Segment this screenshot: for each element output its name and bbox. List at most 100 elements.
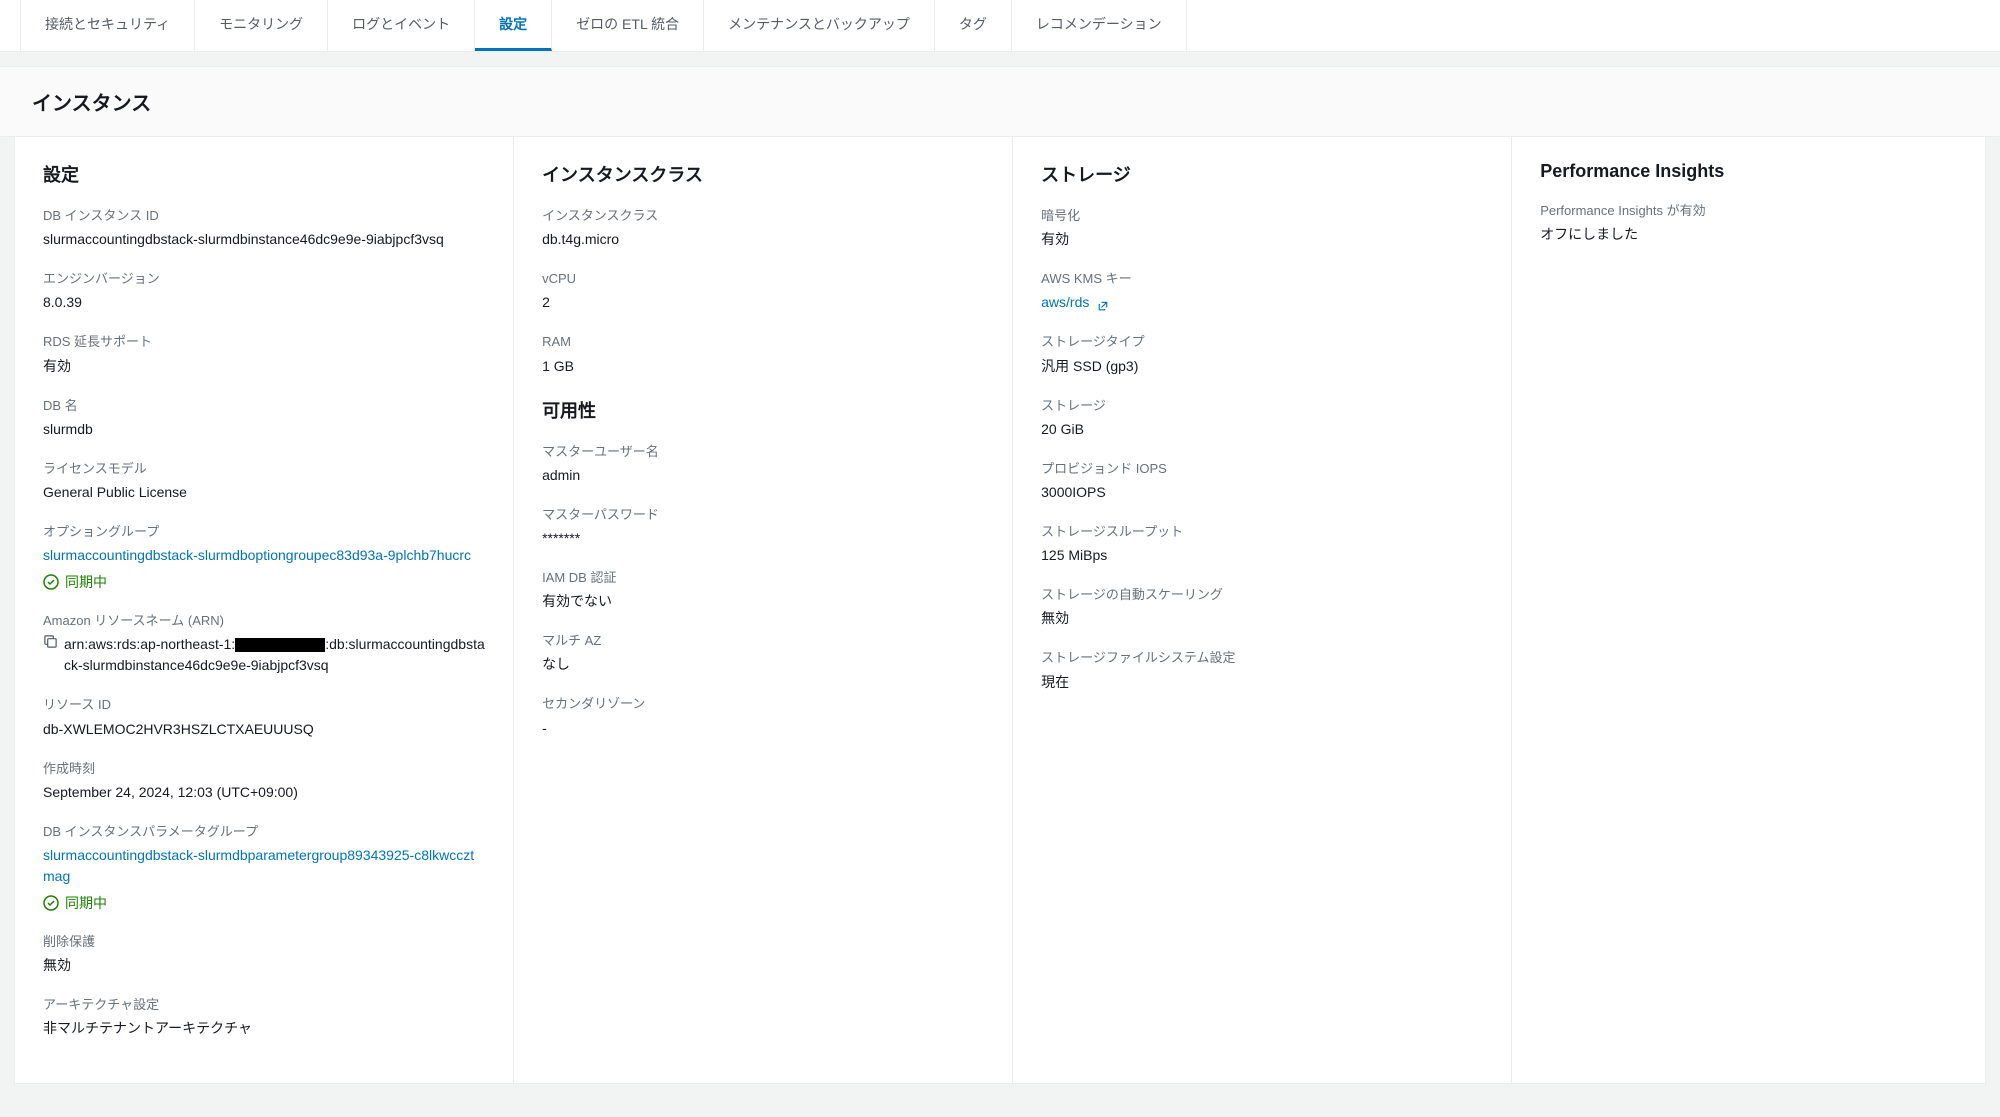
- tabs-bar: 接続とセキュリティ モニタリング ログとイベント 設定 ゼロの ETL 統合 メ…: [0, 0, 2000, 52]
- field-storage: ストレージ 20 GiB: [1041, 397, 1483, 440]
- label-throughput: ストレージスループット: [1041, 523, 1483, 541]
- tab-recommendations[interactable]: レコメンデーション: [1012, 0, 1187, 51]
- label-resource-id: リソース ID: [43, 696, 485, 714]
- value-vcpu: 2: [542, 292, 984, 313]
- external-link-icon: [1097, 297, 1109, 309]
- label-arn: Amazon リソースネーム (ARN): [43, 612, 485, 630]
- tab-maintenance-backup[interactable]: メンテナンスとバックアップ: [704, 0, 935, 51]
- tab-configuration[interactable]: 設定: [475, 0, 552, 51]
- field-option-group: オプショングループ slurmaccountingdbstack-slurmdb…: [43, 523, 485, 592]
- availability-heading: 可用性: [542, 397, 984, 423]
- value-storage: 20 GiB: [1041, 419, 1483, 440]
- copy-icon[interactable]: [43, 634, 58, 649]
- value-rds-extended-support: 有効: [43, 356, 485, 377]
- value-ram: 1 GB: [542, 356, 984, 377]
- value-secondary-zone: -: [542, 718, 984, 739]
- value-master-user: admin: [542, 465, 984, 486]
- label-autoscaling: ストレージの自動スケーリング: [1041, 586, 1483, 604]
- field-arn: Amazon リソースネーム (ARN) arn:aws:rds:ap-nort…: [43, 612, 485, 676]
- label-architecture: アーキテクチャ設定: [43, 996, 485, 1014]
- tab-logs-events[interactable]: ログとイベント: [328, 0, 475, 51]
- link-kms-key[interactable]: aws/rds: [1041, 294, 1089, 310]
- value-pi-enabled: オフにしました: [1540, 224, 1957, 245]
- option-group-status: 同期中: [43, 572, 485, 592]
- field-engine-version: エンジンバージョン 8.0.39: [43, 270, 485, 313]
- field-instance-class: インスタンスクラス db.t4g.micro: [542, 207, 984, 250]
- label-multi-az: マルチ AZ: [542, 632, 984, 650]
- link-parameter-group[interactable]: slurmaccountingdbstack-slurmdbparameterg…: [43, 847, 474, 884]
- value-arn: arn:aws:rds:ap-northeast-1::db:slurmacco…: [64, 634, 485, 676]
- field-db-name: DB 名 slurmdb: [43, 397, 485, 440]
- field-pi-enabled: Performance Insights が有効 オフにしました: [1540, 202, 1957, 245]
- redacted-account-id: [235, 638, 325, 652]
- value-multi-az: なし: [542, 654, 984, 675]
- option-group-status-text: 同期中: [65, 572, 107, 592]
- label-provisioned-iops: プロビジョンド IOPS: [1041, 460, 1483, 478]
- field-rds-extended-support: RDS 延長サポート 有効: [43, 333, 485, 376]
- value-db-instance-id: slurmaccountingdbstack-slurmdbinstance46…: [43, 229, 485, 250]
- field-ram: RAM 1 GB: [542, 333, 984, 376]
- value-throughput: 125 MiBps: [1041, 545, 1483, 566]
- label-kms-key: AWS KMS キー: [1041, 270, 1483, 288]
- field-resource-id: リソース ID db-XWLEMOC2HVR3HSZLCTXAEUUUSQ: [43, 696, 485, 739]
- settings-heading: 設定: [43, 161, 485, 187]
- label-rds-extended-support: RDS 延長サポート: [43, 333, 485, 351]
- label-ram: RAM: [542, 333, 984, 351]
- tab-connectivity-security[interactable]: 接続とセキュリティ: [20, 0, 195, 51]
- instance-class-heading: インスタンスクラス: [542, 161, 984, 187]
- field-master-user: マスターユーザー名 admin: [542, 443, 984, 486]
- label-filesystem: ストレージファイルシステム設定: [1041, 649, 1483, 667]
- instance-class-column: インスタンスクラス インスタンスクラス db.t4g.micro vCPU 2 …: [514, 137, 1013, 1083]
- label-deletion-protection: 削除保護: [43, 933, 485, 951]
- field-storage-type: ストレージタイプ 汎用 SSD (gp3): [1041, 333, 1483, 376]
- label-parameter-group: DB インスタンスパラメータグループ: [43, 823, 485, 841]
- value-master-password: *******: [542, 528, 984, 549]
- label-option-group: オプショングループ: [43, 523, 485, 541]
- field-architecture: アーキテクチャ設定 非マルチテナントアーキテクチャ: [43, 996, 485, 1039]
- value-db-name: slurmdb: [43, 419, 485, 440]
- section-title-bar: インスタンス: [0, 66, 2000, 137]
- label-encryption: 暗号化: [1041, 207, 1483, 225]
- storage-heading: ストレージ: [1041, 161, 1483, 187]
- instance-panel: 設定 DB インスタンス ID slurmaccountingdbstack-s…: [14, 137, 1986, 1084]
- value-encryption: 有効: [1041, 229, 1483, 250]
- field-deletion-protection: 削除保護 無効: [43, 933, 485, 976]
- settings-column: 設定 DB インスタンス ID slurmaccountingdbstack-s…: [15, 137, 514, 1083]
- field-throughput: ストレージスループット 125 MiBps: [1041, 523, 1483, 566]
- parameter-group-status: 同期中: [43, 893, 485, 913]
- label-iam-db-auth: IAM DB 認証: [542, 569, 984, 587]
- field-created-at: 作成時刻 September 24, 2024, 12:03 (UTC+09:0…: [43, 760, 485, 803]
- value-license-model: General Public License: [43, 482, 485, 503]
- label-storage: ストレージ: [1041, 397, 1483, 415]
- field-encryption: 暗号化 有効: [1041, 207, 1483, 250]
- performance-insights-column: Performance Insights Performance Insight…: [1512, 137, 1985, 1083]
- value-created-at: September 24, 2024, 12:03 (UTC+09:00): [43, 782, 485, 803]
- field-iam-db-auth: IAM DB 認証 有効でない: [542, 569, 984, 612]
- field-secondary-zone: セカンダリゾーン -: [542, 695, 984, 738]
- field-parameter-group: DB インスタンスパラメータグループ slurmaccountingdbstac…: [43, 823, 485, 913]
- value-architecture: 非マルチテナントアーキテクチャ: [43, 1018, 485, 1039]
- field-multi-az: マルチ AZ なし: [542, 632, 984, 675]
- tab-monitoring[interactable]: モニタリング: [195, 0, 328, 51]
- label-engine-version: エンジンバージョン: [43, 270, 485, 288]
- label-master-user: マスターユーザー名: [542, 443, 984, 461]
- field-license-model: ライセンスモデル General Public License: [43, 460, 485, 503]
- value-autoscaling: 無効: [1041, 608, 1483, 629]
- field-master-password: マスターパスワード *******: [542, 506, 984, 549]
- field-db-instance-id: DB インスタンス ID slurmaccountingdbstack-slur…: [43, 207, 485, 250]
- field-filesystem: ストレージファイルシステム設定 現在: [1041, 649, 1483, 692]
- tab-tags[interactable]: タグ: [935, 0, 1012, 51]
- label-license-model: ライセンスモデル: [43, 460, 485, 478]
- link-option-group[interactable]: slurmaccountingdbstack-slurmdboptiongrou…: [43, 547, 471, 563]
- performance-insights-heading: Performance Insights: [1540, 161, 1957, 182]
- check-circle-icon: [43, 895, 59, 911]
- value-deletion-protection: 無効: [43, 955, 485, 976]
- value-provisioned-iops: 3000IOPS: [1041, 482, 1483, 503]
- label-db-instance-id: DB インスタンス ID: [43, 207, 485, 225]
- tab-zero-etl[interactable]: ゼロの ETL 統合: [552, 0, 704, 51]
- storage-column: ストレージ 暗号化 有効 AWS KMS キー aws/rds ストレージ: [1013, 137, 1512, 1083]
- field-autoscaling: ストレージの自動スケーリング 無効: [1041, 586, 1483, 629]
- label-master-password: マスターパスワード: [542, 506, 984, 524]
- parameter-group-status-text: 同期中: [65, 893, 107, 913]
- field-provisioned-iops: プロビジョンド IOPS 3000IOPS: [1041, 460, 1483, 503]
